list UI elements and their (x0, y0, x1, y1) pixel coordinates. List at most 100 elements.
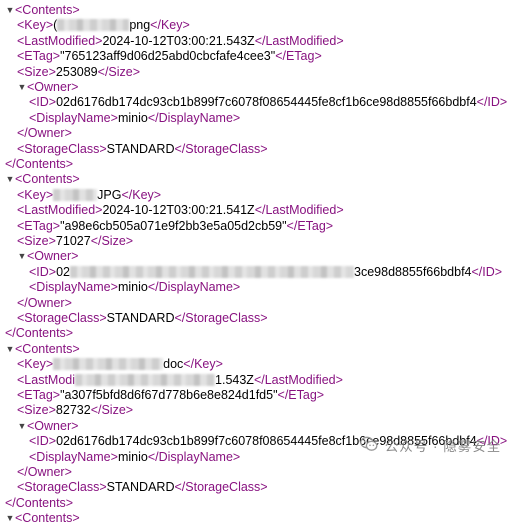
owner-id-element: <ID>02 3ce98d8855f66bdbf4</ID> (29, 264, 502, 280)
collapse-toggle-icon[interactable]: ▼ (17, 248, 27, 264)
xml-tag: </Size> (90, 403, 134, 418)
xml-tag: </ID> (476, 95, 508, 110)
xml-tag: </Owner> (17, 126, 72, 141)
xml-tag: </ETag> (275, 49, 322, 64)
xml-tag: </DisplayName> (147, 280, 241, 295)
owner-element[interactable]: ▼<Owner> (17, 79, 79, 95)
owner-close-tag: </Owner> (17, 125, 72, 141)
xml-tag: </LastModified> (254, 33, 344, 48)
collapse-toggle-icon[interactable]: ▼ (5, 341, 15, 357)
xml-tag: </LastModified> (253, 372, 343, 387)
owner-id-element: <ID>02d6176db174dc93cb1b899f7c6078f08654… (29, 94, 507, 110)
size-element: <Size>82732</Size> (17, 402, 133, 418)
storage-class-element: <StorageClass>STANDARD</StorageClass> (17, 479, 268, 495)
contents-element[interactable]: ▼<Contents> (5, 171, 80, 187)
collapse-toggle-icon[interactable]: ▼ (17, 418, 27, 434)
contents-close-tag: </Contents> (5, 325, 73, 341)
xml-tag: <Contents> (15, 3, 80, 17)
xml-tag: <LastModi (17, 372, 76, 387)
xml-value: 82732 (55, 403, 91, 418)
redacted-text (75, 373, 216, 386)
redacted-text (53, 188, 98, 201)
xml-tag: <Key> (17, 187, 54, 202)
xml-tag: <LastModified> (17, 33, 103, 48)
collapse-toggle-icon[interactable]: ▼ (17, 79, 27, 95)
xml-tag: </DisplayName> (147, 110, 241, 125)
xml-tag: <StorageClass> (17, 480, 107, 495)
key-element: <Key> JPG</Key> (17, 187, 161, 203)
contents-element[interactable]: ▼<Contents> (5, 510, 80, 526)
xml-value: 2024-10-12T03:00:21.543Z (102, 33, 255, 48)
storage-class-element: <StorageClass>STANDARD</StorageClass> (17, 141, 268, 157)
xml-value: 02d6176db174dc93cb1b899f7c6078f08654445f… (56, 95, 477, 110)
xml-tag: </StorageClass> (174, 141, 268, 156)
xml-value: png (129, 18, 151, 33)
xml-tag: <Contents> (15, 172, 80, 187)
display-name-element: <DisplayName>minio</DisplayName> (29, 279, 240, 295)
owner-close-tag: </Owner> (17, 295, 72, 311)
xml-value: 2024-10-12T03:00:21.541Z (102, 203, 255, 218)
xml-tag: <DisplayName> (29, 280, 118, 295)
xml-tag: <Owner> (27, 418, 79, 433)
xml-value: doc (163, 357, 184, 372)
xml-tag: </Key> (183, 357, 223, 372)
xml-tag: </StorageClass> (174, 480, 268, 495)
key-element: <Key>(png</Key> (17, 17, 190, 33)
xml-value: 3ce98d8855f66bdbf4 (354, 264, 472, 279)
collapse-toggle-icon[interactable]: ▼ (5, 171, 15, 187)
xml-tag: <Owner> (27, 249, 79, 264)
owner-element[interactable]: ▼<Owner> (17, 248, 79, 264)
contents-close-tag: </Contents> (5, 495, 73, 511)
xml-tag: <ID> (29, 434, 57, 449)
contents-element[interactable]: ▼<Contents> (5, 2, 80, 18)
xml-tag: <ID> (29, 264, 57, 279)
xml-tag: </LastModified> (254, 203, 344, 218)
last-modified-element: <LastModified>2024-10-12T03:00:21.541Z</… (17, 202, 344, 218)
xml-tag: </Key> (150, 18, 190, 33)
watermark: 公众号 · 隐雾安全 (360, 436, 501, 456)
size-element: <Size>71027</Size> (17, 233, 133, 249)
collapse-toggle-icon[interactable]: ▼ (5, 2, 15, 18)
xml-tag: <LastModified> (17, 203, 103, 218)
xml-tag: <StorageClass> (17, 141, 107, 156)
xml-tag: <ETag> (17, 388, 61, 402)
redacted-text (70, 265, 355, 278)
xml-value: "765123aff9d06d25abd0cbcfafe4cee3" (60, 49, 276, 64)
etag-element: <ETag>"a98e6cb505a071e9f2bb3e5a05d2cb59"… (17, 218, 333, 234)
xml-tag: <ETag> (17, 218, 61, 233)
collapse-toggle-icon[interactable]: ▼ (5, 510, 15, 526)
storage-class-element: <StorageClass>STANDARD</StorageClass> (17, 310, 268, 326)
owner-close-tag: </Owner> (17, 464, 72, 480)
xml-value: "a98e6cb505a071e9f2bb3e5a05d2cb59" (60, 218, 287, 233)
xml-tag: <StorageClass> (17, 311, 107, 325)
contents-element[interactable]: ▼<Contents> (5, 341, 80, 357)
redacted-text (57, 19, 130, 32)
xml-tag: </Owner> (17, 295, 72, 310)
xml-tag: <Size> (17, 403, 56, 418)
xml-tag: <DisplayName> (29, 449, 118, 464)
xml-tag: <Key> (17, 18, 54, 33)
xml-tag: </ETag> (277, 388, 325, 402)
xml-tag: <ID> (29, 95, 57, 110)
last-modified-element: <LastModified>2024-10-12T03:00:21.543Z</… (17, 33, 344, 49)
xml-tag: </DisplayName> (147, 449, 241, 464)
owner-element[interactable]: ▼<Owner> (17, 418, 79, 434)
etag-element: <ETag>"765123aff9d06d25abd0cbcfafe4cee3"… (17, 48, 322, 64)
xml-value: JPG (97, 187, 122, 202)
xml-tag: </Owner> (17, 465, 72, 479)
key-element: <Key> doc</Key> (17, 356, 223, 372)
size-element: <Size>253089</Size> (17, 64, 140, 80)
xml-tag: <Contents> (15, 511, 80, 526)
xml-tag: </Size> (97, 64, 141, 79)
xml-value: 1.543Z (215, 372, 254, 387)
xml-tag: </Contents> (5, 495, 74, 510)
xml-tag: <Contents> (15, 341, 80, 356)
display-name-element: <DisplayName>minio</DisplayName> (29, 449, 240, 465)
redacted-text (53, 358, 164, 371)
xml-value: minio (117, 110, 148, 125)
xml-tag: </Contents> (5, 326, 74, 341)
xml-tag: <DisplayName> (29, 110, 118, 125)
xml-value: minio (117, 280, 148, 295)
contents-close-tag: </Contents> (5, 156, 73, 172)
watermark-text: 公众号 · 隐雾安全 (384, 439, 502, 454)
